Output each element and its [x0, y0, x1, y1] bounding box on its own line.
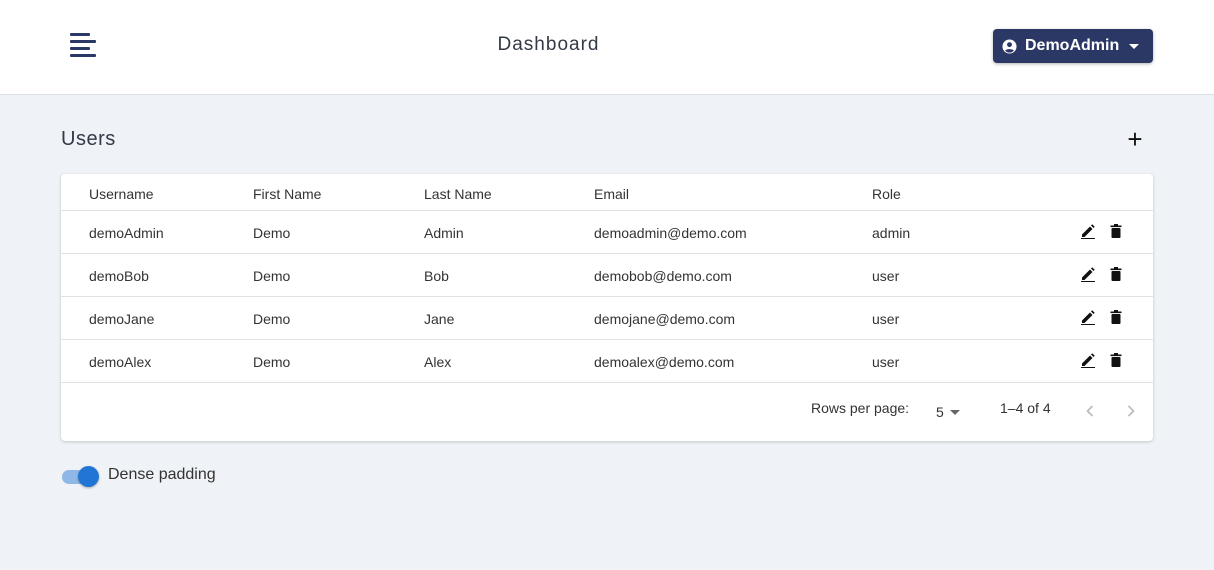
cell-last-name: Jane [424, 311, 455, 327]
chevron-right-icon[interactable] [1123, 403, 1139, 419]
switch-thumb [78, 466, 99, 487]
table-row: demoAdmin Demo Admin demoadmin@demo.com … [61, 211, 1153, 254]
table-row: demoAlex Demo Alex demoalex@demo.com use… [61, 340, 1153, 383]
cell-last-name: Alex [424, 354, 452, 370]
table-pagination: Rows per page: 5 1–4 of 4 [61, 383, 1153, 441]
pencil-icon[interactable] [1080, 309, 1096, 325]
cell-first-name: Demo [253, 268, 291, 284]
trash-icon[interactable] [1108, 352, 1124, 368]
trash-icon[interactable] [1108, 266, 1124, 282]
cell-role: user [872, 354, 900, 370]
page-title: Dashboard [497, 34, 600, 55]
trash-icon[interactable] [1108, 223, 1124, 239]
pencil-icon[interactable] [1080, 223, 1096, 239]
pencil-icon[interactable] [1080, 352, 1096, 368]
cell-username: demoAdmin [89, 225, 164, 241]
table-row: demoBob Demo Bob demobob@demo.com user [61, 254, 1153, 297]
section-title: Users [61, 128, 116, 150]
dense-padding-label: Dense padding [108, 466, 216, 483]
column-header-last-name[interactable]: Last Name [424, 186, 492, 202]
cell-first-name: Demo [253, 225, 291, 241]
cell-last-name: Admin [424, 225, 464, 241]
cell-first-name: Demo [253, 354, 291, 370]
chevron-down-icon [1129, 43, 1140, 49]
table-header: Username First Name Last Name Email Role [61, 174, 1153, 211]
column-header-username[interactable]: Username [89, 186, 154, 202]
cell-username: demoAlex [89, 354, 152, 370]
cell-role: admin [872, 225, 911, 241]
plus-icon[interactable]: + [1122, 126, 1148, 153]
cell-email: demoadmin@demo.com [594, 225, 747, 241]
column-header-role[interactable]: Role [872, 186, 901, 202]
cell-role: user [872, 311, 900, 327]
dense-padding-switch[interactable] [61, 464, 101, 488]
cell-role: user [872, 268, 900, 284]
cell-first-name: Demo [253, 311, 291, 327]
cell-email: demojane@demo.com [594, 311, 736, 327]
trash-icon[interactable] [1108, 309, 1124, 325]
users-table-card: Username First Name Last Name Email Role… [61, 174, 1153, 441]
pencil-icon[interactable] [1080, 266, 1096, 282]
cell-last-name: Bob [424, 268, 449, 284]
rows-per-page-value: 5 [936, 404, 944, 420]
account-circle-icon [1002, 38, 1017, 54]
rows-per-page-select[interactable]: 5 [936, 404, 966, 424]
pagination-range: 1–4 of 4 [1000, 400, 1051, 416]
column-header-email[interactable]: Email [594, 186, 629, 202]
chevron-down-icon [950, 410, 960, 415]
column-header-first-name[interactable]: First Name [253, 186, 321, 202]
top-app-bar: Dashboard DemoAdmin [0, 0, 1214, 95]
cell-email: demoalex@demo.com [594, 354, 735, 370]
cell-username: demoBob [89, 268, 149, 284]
table-row: demoJane Demo Jane demojane@demo.com use… [61, 297, 1153, 340]
user-menu-label: DemoAdmin [1025, 37, 1120, 54]
rows-per-page-label: Rows per page: [811, 400, 910, 416]
chevron-left-icon[interactable] [1082, 403, 1098, 419]
user-menu-button[interactable]: DemoAdmin [993, 29, 1153, 63]
cell-email: demobob@demo.com [594, 268, 732, 284]
cell-username: demoJane [89, 311, 155, 327]
